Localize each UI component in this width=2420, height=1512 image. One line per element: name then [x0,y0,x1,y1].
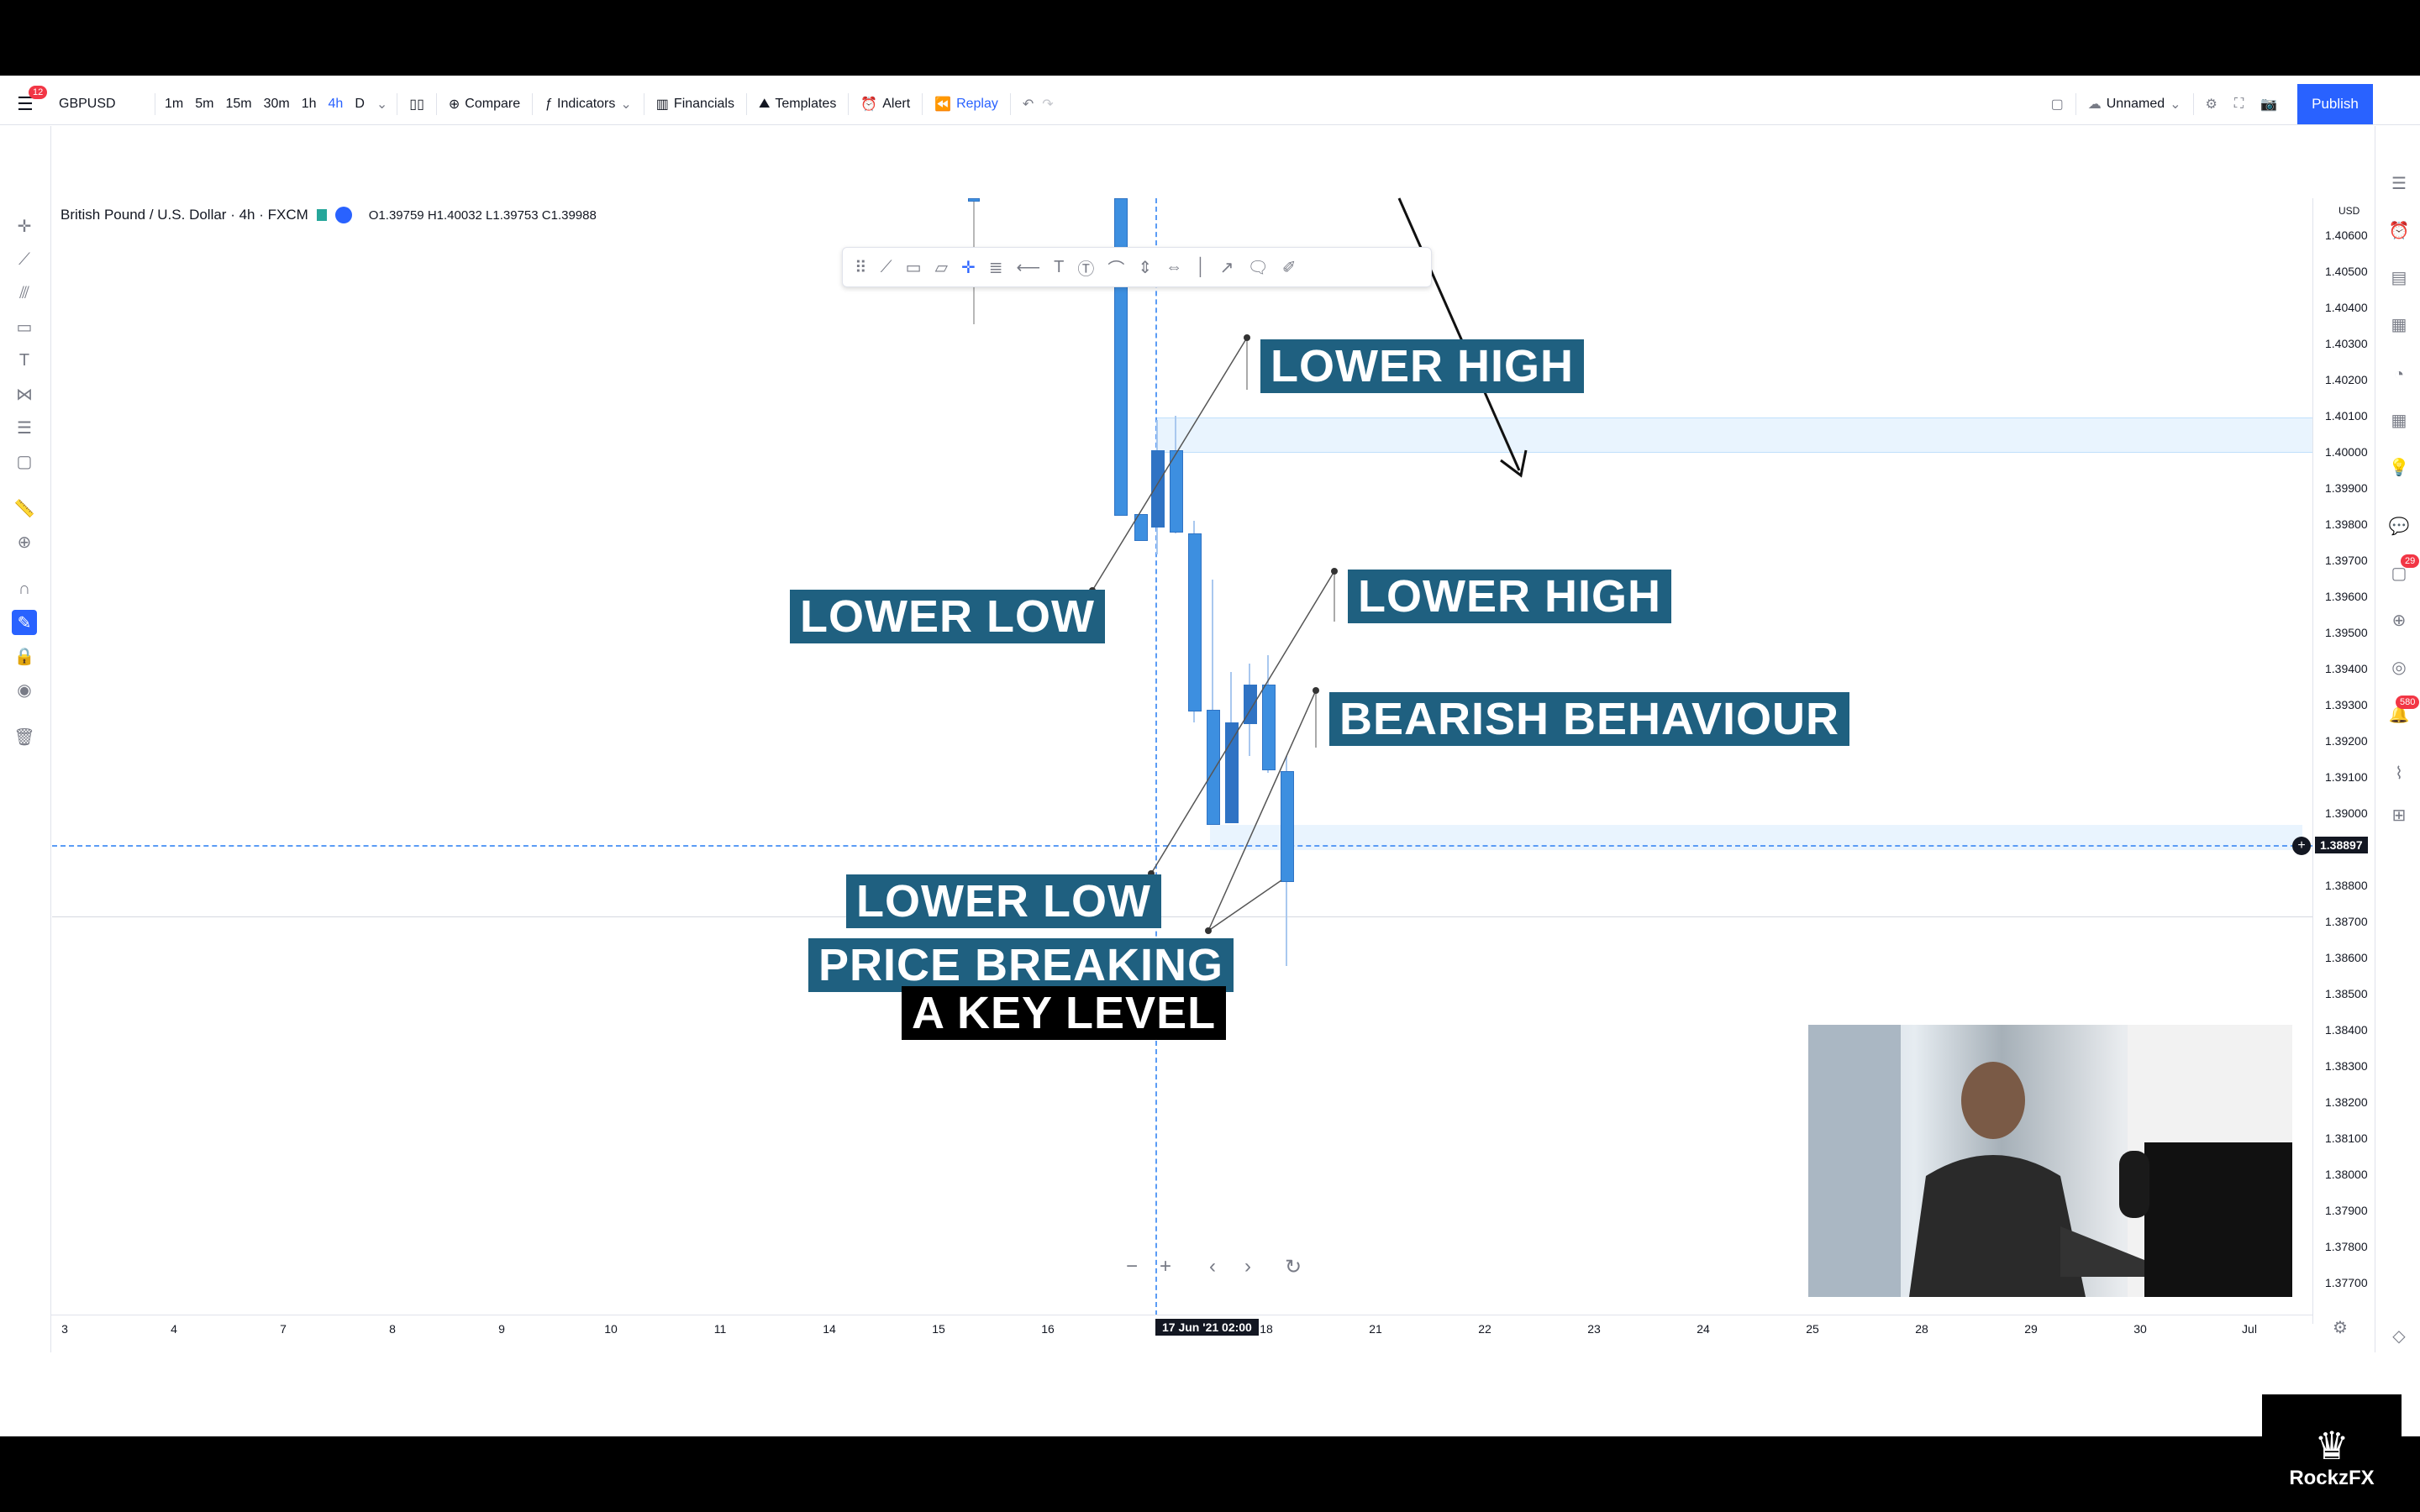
time-tick: 30 [2133,1322,2147,1336]
time-tick: 9 [498,1322,505,1336]
price-tick: 1.39000 [2325,806,2368,820]
time-tick: 7 [280,1322,287,1336]
time-tick: 22 [1478,1322,1491,1336]
price-tick: 1.39600 [2325,590,2368,603]
bearish-arrow[interactable] [1397,197,1521,471]
brand-label: RockzFX [2289,1467,2375,1489]
callout-icon[interactable]: ▱ [935,257,948,278]
fib-icon[interactable]: ≣ [989,257,1003,278]
price-tick: 1.38600 [2325,951,2368,964]
price-scale[interactable]: USD 1.40600 1.40500 1.40400 1.40300 1.40200 1… [2312,198,2375,1324]
anchor-point[interactable] [1313,687,1319,694]
price-tick: 1.39800 [2325,517,2368,531]
lion-logo-icon: ♛ [2314,1424,2349,1467]
price-tick: 1.40200 [2325,373,2368,386]
time-axis[interactable]: 3 4 7 8 9 10 11 14 15 16 18 21 22 23 24 25 28 29 30 Jul 17 … [50,1315,2312,1341]
label-bearish-behaviour[interactable]: BEARISH BEHAVIOUR [1329,692,1850,746]
time-tick: 16 [1041,1322,1055,1336]
price-tick: 1.40000 [2325,445,2368,459]
trend-line-icon[interactable]: ⟋ [881,258,892,277]
price-tick: 1.39100 [2325,770,2368,784]
price-tick: 1.40500 [2325,265,2368,278]
price-tick: 1.39500 [2325,626,2368,639]
price-tick: 1.38000 [2325,1168,2368,1181]
text-icon[interactable]: T [1054,258,1064,277]
time-tick: 29 [2024,1322,2038,1336]
time-tick: 15 [932,1322,945,1336]
price-tick: 1.39700 [2325,554,2368,567]
time-tick: 18 [1260,1322,1273,1336]
price-tick: 1.38500 [2325,987,2368,1000]
time-tick: 11 [713,1322,727,1336]
drag-handle-icon[interactable]: ⠿ [855,257,867,278]
current-price-label: 1.38897 [2315,837,2368,853]
axis-settings-button[interactable]: ⚙ [2333,1317,2348,1338]
time-tick: Jul [2242,1322,2257,1336]
price-tick: 1.38400 [2325,1023,2368,1037]
rectangle-icon[interactable]: ▭ [906,257,922,278]
reset-chart-button[interactable]: ↻ [1281,1254,1306,1279]
time-tick: 8 [389,1322,396,1336]
date-range-icon[interactable]: ⇔ [1165,258,1182,277]
price-tick: 1.40100 [2325,409,2368,423]
zoom-in-button[interactable]: + [1153,1254,1178,1279]
price-tick: 1.40400 [2325,301,2368,314]
price-tick: 1.38300 [2325,1059,2368,1073]
time-tick: 23 [1587,1322,1601,1336]
price-tick: 1.37800 [2325,1240,2368,1253]
anchor-point[interactable] [1331,568,1338,575]
price-range-icon[interactable]: ⇕ [1138,257,1152,278]
price-tick: 1.39200 [2325,734,2368,748]
time-tick: 24 [1697,1322,1710,1336]
presenter-image [1808,1025,2292,1297]
scroll-right-button[interactable]: › [1235,1254,1260,1279]
price-tick: 1.37700 [2325,1276,2368,1289]
label-lower-low-2[interactable]: LOWER LOW [846,874,1161,928]
add-alert-icon[interactable]: + [2292,837,2311,855]
scroll-left-button[interactable]: ‹ [1200,1254,1225,1279]
vertical-line-icon[interactable]: │ [1196,258,1207,277]
swing-line[interactable] [1150,570,1335,874]
price-tick: 1.37900 [2325,1204,2368,1217]
price-tick: 1.38800 [2325,879,2368,892]
price-tick: 1.38200 [2325,1095,2368,1109]
price-tick: 1.38700 [2325,915,2368,928]
anchored-text-icon[interactable]: Ⓣ [1077,255,1094,280]
price-tick: 1.39900 [2325,481,2368,495]
floating-drawing-toolbar: ⠿ ⟋ ▭ ▱ ✛ ≣ ⟵ T Ⓣ ⌒ ⇕ ⇔ │ ↗ 🗨 ✐ [842,247,1432,287]
time-tick: 3 [61,1322,68,1336]
label-price-breaking[interactable]: PRICE BREAKING [808,938,1234,992]
time-tick: 10 [604,1322,618,1336]
price-tick: 1.38100 [2325,1131,2368,1145]
time-tick: 4 [171,1322,177,1336]
selected-time-label: 17 Jun '21 02:00 [1155,1319,1259,1336]
price-tick: 1.39300 [2325,698,2368,711]
channel-logo: ♛ RockzFX [2262,1394,2402,1495]
time-tick: 14 [823,1322,836,1336]
time-tick: 25 [1806,1322,1819,1336]
swing-line[interactable] [1092,337,1248,591]
label-key-level[interactable]: A KEY LEVEL [902,986,1227,1040]
price-tick: 1.39400 [2325,662,2368,675]
label-lower-low-1[interactable]: LOWER LOW [790,590,1105,643]
swing-line[interactable] [1207,690,1317,932]
zoom-out-button[interactable]: − [1119,1254,1144,1279]
price-tick: 1.40300 [2325,337,2368,350]
letterbox-bottom [0,1436,2420,1512]
label-lower-high-1[interactable]: LOWER HIGH [1260,339,1584,393]
brush-icon[interactable]: ✐ [1282,257,1297,278]
crosshair-icon[interactable]: ✛ [961,257,976,278]
currency-label: USD [2338,205,2360,217]
ray-icon[interactable]: ⟵ [1016,257,1040,278]
label-lower-high-2[interactable]: LOWER HIGH [1348,570,1671,623]
price-tick: 1.40600 [2325,228,2368,242]
curve-icon[interactable]: ⌒ [1107,255,1124,280]
note-icon[interactable]: 🗨 [1247,257,1268,278]
time-tick: 21 [1369,1322,1382,1336]
anchor-point[interactable] [1205,927,1212,934]
presenter-webcam [1808,1025,2292,1297]
time-tick: 28 [1915,1322,1928,1336]
arrow-line-icon[interactable]: ↗ [1220,257,1234,278]
anchor-point[interactable] [1244,334,1250,341]
